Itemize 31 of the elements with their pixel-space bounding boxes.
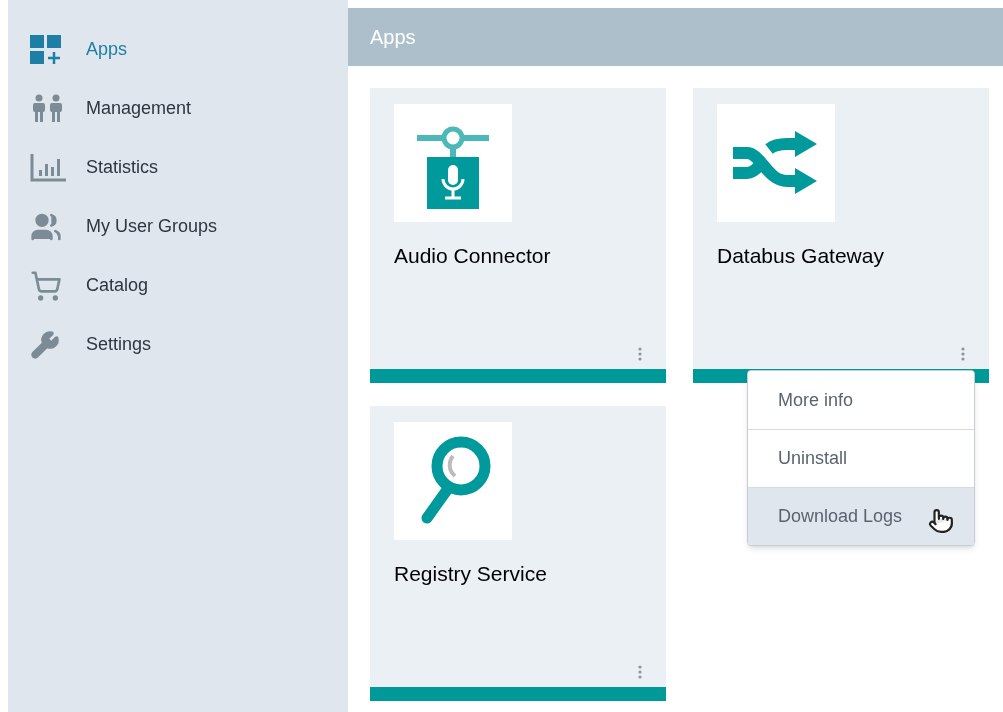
more-options-icon[interactable] [638,347,642,361]
hand-cursor-icon [928,508,954,534]
app-card[interactable]: Audio Connector [370,88,666,383]
sidebar-label: Management [86,97,192,120]
sidebar-label: Statistics [86,156,159,179]
app-card[interactable]: Databus Gateway [693,88,989,383]
sidebar-label: Catalog [86,274,149,297]
cart-icon [30,269,62,302]
app-card[interactable]: Registry Service [370,406,666,701]
sidebar-label: Apps [86,38,128,61]
shuffle-arrows-icon [733,131,819,195]
app-name: Registry Service [394,561,548,587]
sidebar-item[interactable]: Statistics [8,138,348,197]
sidebar-item[interactable]: My User Groups [8,197,348,256]
sidebar-item[interactable]: Apps [8,20,348,79]
sidebar-label: Settings [86,333,152,356]
apps-grid-icon [30,34,62,65]
bar-chart-icon [30,153,66,182]
sidebar-label: My User Groups [86,215,218,238]
menu-item[interactable]: Uninstall [748,429,974,487]
more-options-icon[interactable] [638,665,642,679]
menu-item[interactable]: Download Logs [748,487,974,545]
wrench-icon [30,329,60,360]
menu-item[interactable]: More info [748,371,974,429]
page-title: Apps [370,25,416,50]
app-name: Audio Connector [394,243,552,269]
app-name: Databus Gateway [717,243,885,269]
more-options-icon[interactable] [961,347,965,361]
sidebar-item[interactable]: Catalog [8,256,348,315]
sidebar-item[interactable]: Management [8,79,348,138]
sidebar-item[interactable]: Settings [8,315,348,374]
